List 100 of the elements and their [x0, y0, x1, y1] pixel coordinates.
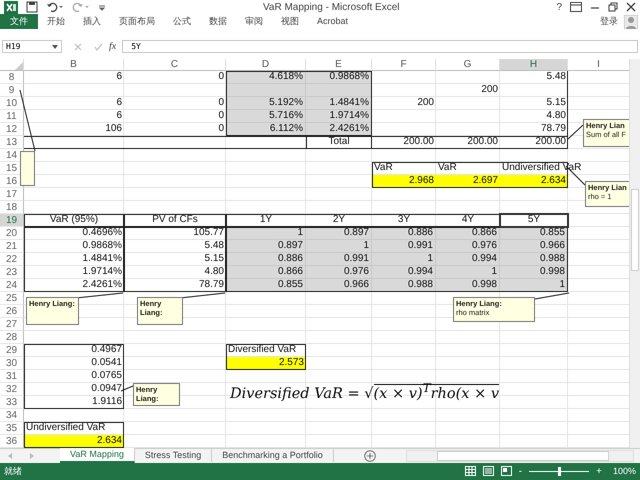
row-header[interactable]: 19: [0, 214, 24, 227]
horizontal-scrollbar[interactable]: [406, 450, 634, 462]
row-header[interactable]: 27: [0, 318, 24, 331]
sheet-tab[interactable]: Benchmarking a Portfolio: [212, 449, 334, 462]
column-header[interactable]: E: [306, 58, 372, 71]
row-header[interactable]: 35: [0, 422, 24, 435]
row-header[interactable]: 11: [0, 110, 24, 123]
row-header[interactable]: 30: [0, 356, 24, 370]
name-box[interactable]: H19: [2, 40, 62, 54]
column-header[interactable]: B: [24, 58, 124, 71]
table-cell: 1: [500, 278, 568, 292]
row-header[interactable]: 32: [0, 382, 24, 396]
table-cell-text: VaR: [373, 162, 394, 175]
ribbon-tab[interactable]: 公式: [164, 14, 200, 30]
table-cell-text: Undiversified VaR: [25, 422, 106, 435]
table-cell-text: 200.00: [402, 136, 435, 149]
row-header[interactable]: 10: [0, 96, 24, 110]
table-cell-text: 6: [115, 96, 123, 110]
table-cell: 0.994: [372, 266, 436, 279]
table-cell: 2.4261%: [306, 122, 372, 136]
row-header[interactable]: 25: [0, 292, 24, 305]
row-header[interactable]: 13: [0, 136, 24, 149]
table-cell-text: 4.80: [546, 110, 567, 123]
page-layout-icon[interactable]: [482, 466, 494, 476]
zoom-out-button[interactable]: -: [518, 466, 522, 477]
table-cell-text: 5.15: [204, 252, 225, 266]
ribbon-tab[interactable]: 数据: [200, 14, 236, 30]
undo-icon[interactable]: [46, 1, 64, 14]
table-cell-text: 0.9868%: [82, 240, 123, 253]
sheet-tab[interactable]: VaR Mapping: [60, 448, 135, 464]
formula-field[interactable]: 5Y: [122, 40, 638, 54]
table-cell-text: 0.4696%: [82, 226, 123, 240]
ribbon-tab[interactable]: Acrobat: [308, 14, 358, 30]
normal-view-icon[interactable]: [464, 466, 476, 476]
help-button[interactable]: ?: [556, 2, 562, 13]
restore-icon[interactable]: [608, 2, 618, 12]
table-cell-text: 200: [480, 84, 499, 97]
page-break-icon[interactable]: [500, 466, 512, 476]
row-header[interactable]: 9: [0, 84, 24, 97]
table-cell-text: 4.80: [204, 266, 225, 279]
table-cell: 1: [306, 240, 372, 253]
zoom-slider-thumb[interactable]: [558, 466, 562, 476]
table-cell: 6.112%: [226, 122, 306, 136]
row-header[interactable]: 24: [0, 278, 24, 292]
table-cell: 0.988: [372, 278, 436, 292]
table-cell-text: 0.0947: [90, 382, 123, 396]
table-cell-text: 106: [104, 122, 123, 136]
status-text: 就绪: [4, 464, 22, 478]
table-cell-text: VaR: [437, 162, 458, 175]
insert-function-button[interactable]: fx: [109, 41, 116, 52]
table-cell-text: 6: [115, 70, 123, 84]
ribbon-tab[interactable]: 页面布局: [110, 14, 164, 30]
ribbon-tab[interactable]: 文件: [0, 14, 38, 30]
row-header[interactable]: 8: [0, 70, 24, 84]
table-cell-text: 200.00: [466, 136, 499, 149]
table-cell-text: 0: [217, 96, 225, 110]
table-cell-text: 1.4841%: [82, 252, 123, 266]
table-cell: 2.634: [24, 434, 124, 448]
row-header[interactable]: 12: [0, 122, 24, 136]
zoom-in-button[interactable]: +: [596, 466, 602, 477]
enter-icon: [94, 42, 103, 51]
row-header[interactable]: 28: [0, 330, 24, 344]
column-header[interactable]: H: [500, 58, 568, 71]
ribbon-tab[interactable]: 视图: [272, 14, 308, 30]
table-cell-text: 0.0765: [90, 370, 123, 383]
sheet-tab[interactable]: Stress Testing: [134, 449, 212, 462]
ribbon-tab[interactable]: 开始: [38, 14, 74, 30]
ribbon-tab[interactable]: 审阅: [236, 14, 272, 30]
table-cell-text: 6: [115, 110, 123, 123]
close-icon[interactable]: [626, 2, 636, 12]
window-title: VaR Mapping - Microsoft Excel: [262, 2, 400, 13]
column-header[interactable]: C: [124, 58, 226, 71]
ribbon-tab[interactable]: 插入: [74, 14, 110, 30]
row-header[interactable]: 20: [0, 226, 24, 240]
row-header[interactable]: 31: [0, 370, 24, 383]
column-header[interactable]: F: [372, 58, 436, 71]
table-cell: 5.192%: [226, 96, 306, 110]
column-header[interactable]: D: [226, 58, 306, 71]
row-header[interactable]: 17: [0, 188, 24, 201]
ribbon-display-icon[interactable]: [570, 2, 582, 12]
table-cell: 1: [436, 266, 500, 279]
save-icon[interactable]: [26, 1, 38, 14]
row-header[interactable]: 29: [0, 344, 24, 357]
table-cell: 5.716%: [226, 110, 306, 123]
row-header[interactable]: 34: [0, 408, 24, 422]
add-sheet-icon[interactable]: [364, 450, 376, 462]
table-cell-text: 200: [416, 96, 435, 110]
table-cell: 0.897: [226, 240, 306, 253]
vertical-scrollbar[interactable]: [629, 58, 640, 448]
row-header[interactable]: 21: [0, 240, 24, 253]
table-cell-text: VaR (95%): [48, 214, 100, 227]
table-cell: 0.976: [306, 266, 372, 279]
row-header[interactable]: 22: [0, 252, 24, 266]
row-header[interactable]: 33: [0, 396, 24, 409]
row-header[interactable]: 26: [0, 304, 24, 318]
table-cell: 0.966: [306, 278, 372, 292]
row-header[interactable]: 23: [0, 266, 24, 279]
sign-in-link[interactable]: 登录: [600, 15, 618, 28]
table-cell-text: 0.4967: [90, 344, 123, 357]
table-cell-text: 1.9714%: [82, 266, 123, 279]
